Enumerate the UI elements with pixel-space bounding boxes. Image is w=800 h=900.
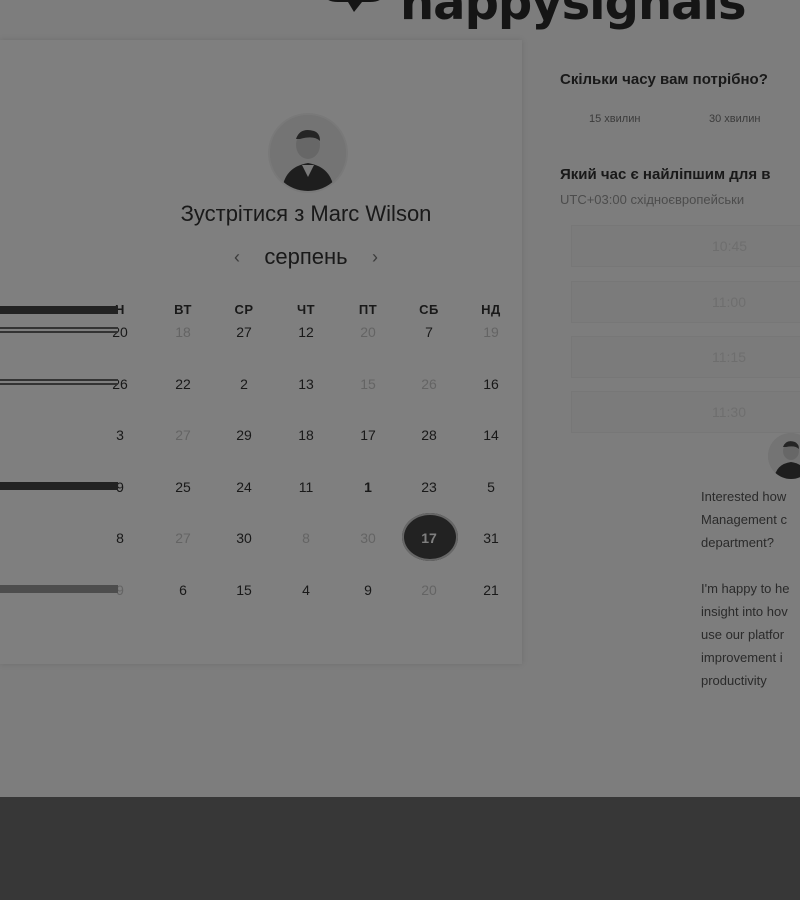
calendar-day[interactable]: 2 xyxy=(224,376,264,392)
calendar-day[interactable]: 3 xyxy=(100,427,140,443)
calendar-day[interactable]: 1 xyxy=(348,479,388,495)
month-label: серпень xyxy=(264,244,348,269)
calendar-day[interactable]: 14 xyxy=(471,427,511,443)
time-question: Який час є найліпшим для в xyxy=(560,166,771,183)
calendar-day[interactable]: 21 xyxy=(471,582,511,598)
booking-page: happysignals Зустрітися з Marc Wilson ‹ … xyxy=(0,0,800,797)
weekday-label: НД xyxy=(481,302,501,317)
calendar-day[interactable]: 18 xyxy=(163,324,203,340)
chevron-left-icon[interactable]: ‹ xyxy=(230,247,244,268)
calendar-day[interactable]: 8 xyxy=(286,530,326,546)
timezone-selector[interactable]: UTC+03:00 східноєвропейськи xyxy=(560,192,744,207)
calendar-day[interactable]: 27 xyxy=(163,530,203,546)
calendar-day[interactable]: 4 xyxy=(286,582,326,598)
time-slot-label: 11:00 xyxy=(712,294,746,310)
calendar-day[interactable]: 28 xyxy=(409,427,449,443)
calendar-day[interactable]: 31 xyxy=(471,530,511,546)
calendar-day[interactable]: 9 xyxy=(348,582,388,598)
time-slot[interactable]: 11:00 xyxy=(572,282,800,322)
calendar-day[interactable]: 23 xyxy=(409,479,449,495)
weekday-label: ЧТ xyxy=(296,302,316,317)
row-highlight-bar xyxy=(0,585,118,593)
calendar-day[interactable]: 5 xyxy=(471,479,511,495)
description-line: Interested how xyxy=(701,489,787,504)
duration-option-30[interactable]: 30 хвилин xyxy=(709,113,760,125)
description-line: use our platfor xyxy=(701,627,785,642)
calendar-day[interactable]: 18 xyxy=(286,427,326,443)
time-slot-label: 10:45 xyxy=(712,238,748,254)
host-avatar-small xyxy=(768,433,800,479)
description-line: I'm happy to he xyxy=(701,581,790,596)
month-navigation: ‹ серпень › xyxy=(230,243,382,271)
weekday-label: СБ xyxy=(419,302,439,317)
footer-band xyxy=(0,797,800,900)
calendar-day[interactable]: 24 xyxy=(224,479,264,495)
calendar-day[interactable]: 30 xyxy=(224,530,264,546)
calendar-day[interactable]: 7 xyxy=(409,324,449,340)
duration-question: Скільки часу вам потрібно? xyxy=(560,71,768,88)
weekday-label: СР xyxy=(234,302,254,317)
calendar-day[interactable]: 15 xyxy=(224,582,264,598)
scheduler-panel: Скільки часу вам потрібно? 15 хвилин 30 … xyxy=(560,0,800,797)
calendar-day[interactable]: 16 xyxy=(471,376,511,392)
calendar-day[interactable]: 22 xyxy=(163,376,203,392)
calendar-day[interactable]: 27 xyxy=(163,427,203,443)
time-slot-label: 11:15 xyxy=(712,349,746,365)
calendar-day[interactable]: 25 xyxy=(163,479,203,495)
calendar-day[interactable]: 19 xyxy=(471,324,511,340)
time-slot-label: 11:30 xyxy=(712,404,746,420)
description-line: insight into hov xyxy=(701,604,788,619)
duration-option-15[interactable]: 15 хвилин xyxy=(589,113,640,125)
row-highlight-bar xyxy=(0,306,118,314)
description-line: productivity xyxy=(701,673,767,688)
time-slot[interactable]: 10:45 xyxy=(572,226,800,266)
calendar-day[interactable]: 6 xyxy=(163,582,203,598)
calendar-day[interactable]: 13 xyxy=(286,376,326,392)
weekday-label: ПТ xyxy=(358,302,378,317)
calendar-day[interactable]: 12 xyxy=(286,324,326,340)
calendar-day[interactable]: 20 xyxy=(348,324,388,340)
calendar-day[interactable]: 17 xyxy=(348,427,388,443)
description-line: department? xyxy=(701,535,774,550)
calendar-day[interactable]: 29 xyxy=(224,427,264,443)
description-line: improvement i xyxy=(701,650,783,665)
time-slot[interactable]: 11:30 xyxy=(572,392,800,432)
page-title: Зустрітися з Marc Wilson xyxy=(180,201,432,226)
weekday-label: ВТ xyxy=(174,302,192,317)
calendar-card: Зустрітися з Marc Wilson ‹ серпень › Н ВТ… xyxy=(0,40,522,664)
row-highlight-bar xyxy=(0,482,118,490)
calendar-day[interactable]: 11 xyxy=(286,479,326,495)
calendar-day[interactable]: 27 xyxy=(224,324,264,340)
time-slot[interactable]: 11:15 xyxy=(572,337,800,377)
chevron-right-icon[interactable]: › xyxy=(368,247,382,268)
calendar-day[interactable]: 30 xyxy=(348,530,388,546)
host-avatar xyxy=(268,113,348,193)
row-highlight-bar xyxy=(0,379,118,385)
calendar-day[interactable]: 20 xyxy=(409,582,449,598)
calendar-day-selected[interactable]: 17 xyxy=(409,530,449,546)
speech-bubble-icon xyxy=(318,0,390,28)
calendar-day[interactable]: 15 xyxy=(348,376,388,392)
calendar-day[interactable]: 26 xyxy=(409,376,449,392)
row-highlight-bar xyxy=(0,327,118,333)
calendar-day[interactable]: 8 xyxy=(100,530,140,546)
description-line: Management c xyxy=(701,512,787,527)
